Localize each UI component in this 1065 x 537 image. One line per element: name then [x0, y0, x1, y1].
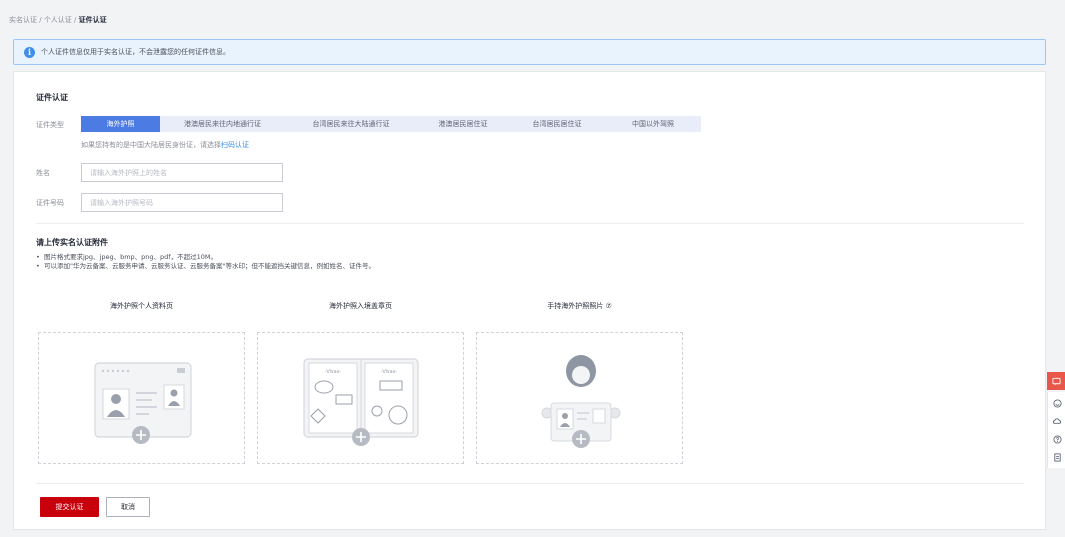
submit-button[interactable]: 提交认证 — [40, 497, 99, 517]
scan-auth-link[interactable]: 扫码认证 — [221, 141, 249, 149]
breadcrumb-item-realname[interactable]: 实名认证 — [9, 16, 37, 24]
side-toolbar — [1047, 372, 1065, 468]
visa-text-right: -Visas- — [381, 369, 397, 375]
tab-hk-macau-residence[interactable]: 港澳居民居住证 — [417, 116, 509, 132]
rule-item: • 可以添加"华为云备案、云服务申请、云服务认证、云服务备案"等水印；但不能遮挡… — [36, 262, 375, 270]
breadcrumb-sep: / — [37, 16, 44, 24]
upload-rules: • 图片格式要求jpg、jpeg、bmp、png、pdf，不超过10M。 • 可… — [36, 253, 375, 271]
chat-icon[interactable] — [1047, 372, 1065, 390]
main-card: 证件认证 证件类型 海外护照 港澳居民来往内地通行证 台湾居民来往大陆通行证 港… — [13, 71, 1046, 530]
doc-icon[interactable] — [1048, 448, 1065, 466]
tab-passport[interactable]: 海外护照 — [81, 116, 160, 132]
info-notice: i 个人证件信息仅用于实名认证，不会泄露您的任何证件信息。 — [13, 39, 1046, 65]
upload-label-stamp-page: 海外护照入境盖章页 — [329, 302, 392, 310]
upload-box-stamp-page[interactable]: -Visas- -Visas- — [257, 332, 464, 464]
breadcrumb-sep: / — [71, 16, 79, 24]
section-title-upload: 请上传实名认证附件 — [36, 238, 108, 247]
upload-label-handheld: 手持海外护照照片 ⑦ — [547, 302, 612, 310]
passport-stamp-illustration: -Visas- -Visas- — [303, 358, 419, 446]
scan-hint: 如果您持有的是中国大陆居民身份证，请选择扫码认证 — [81, 140, 249, 150]
tab-hk-macau-permit[interactable]: 港澳居民来往内地通行证 — [160, 116, 285, 132]
help-icon[interactable] — [1048, 430, 1065, 448]
divider — [36, 223, 1024, 224]
cancel-button[interactable]: 取消 — [106, 497, 150, 517]
passport-info-illustration — [94, 362, 192, 444]
breadcrumb-current: 证件认证 — [78, 16, 107, 24]
section-title-cert: 证件认证 — [36, 93, 68, 102]
side-toolbar-rest — [1047, 392, 1065, 468]
upload-box-info-page[interactable] — [38, 332, 245, 464]
cert-type-tabs: 海外护照 港澳居民来往内地通行证 台湾居民来往大陆通行证 港澳居民居住证 台湾居… — [81, 116, 701, 132]
breadcrumb: 实名认证 / 个人认证 / 证件认证 — [9, 15, 107, 25]
info-icon: i — [24, 46, 35, 58]
breadcrumb-item-personal[interactable]: 个人认证 — [44, 16, 72, 24]
tab-taiwan-residence[interactable]: 台湾居民居住证 — [509, 116, 605, 132]
tab-taiwan-permit[interactable]: 台湾居民来往大陆通行证 — [285, 116, 417, 132]
name-label: 姓名 — [36, 169, 50, 177]
rule-text: 可以添加"华为云备案、云服务申请、云服务认证、云服务备案"等水印；但不能遮挡关键… — [43, 262, 375, 270]
upload-label-info-page: 海外护照个人资料页 — [110, 302, 173, 310]
number-label: 证件号码 — [36, 199, 64, 207]
smile-icon[interactable] — [1048, 394, 1065, 412]
cert-type-label: 证件类型 — [36, 121, 64, 129]
visa-text-left: -Visas- — [325, 369, 341, 375]
passport-number-input[interactable]: 请输入海外护照号码 — [81, 193, 283, 212]
rule-text: 图片格式要求jpg、jpeg、bmp、png、pdf，不超过10M。 — [43, 253, 217, 261]
rule-item: • 图片格式要求jpg、jpeg、bmp、png、pdf，不超过10M。 — [36, 253, 217, 261]
tab-foreign-license[interactable]: 中国以外驾照 — [605, 116, 701, 132]
divider — [36, 483, 1024, 484]
scan-hint-text: 如果您持有的是中国大陆居民身份证，请选择 — [81, 141, 221, 149]
name-input[interactable]: 请输入海外护照上的姓名 — [81, 163, 283, 182]
handheld-passport-illustration — [541, 355, 621, 448]
notice-text: 个人证件信息仅用于实名认证，不会泄露您的任何证件信息。 — [41, 48, 230, 56]
cloud-icon[interactable] — [1048, 412, 1065, 430]
upload-box-handheld[interactable] — [476, 332, 683, 464]
